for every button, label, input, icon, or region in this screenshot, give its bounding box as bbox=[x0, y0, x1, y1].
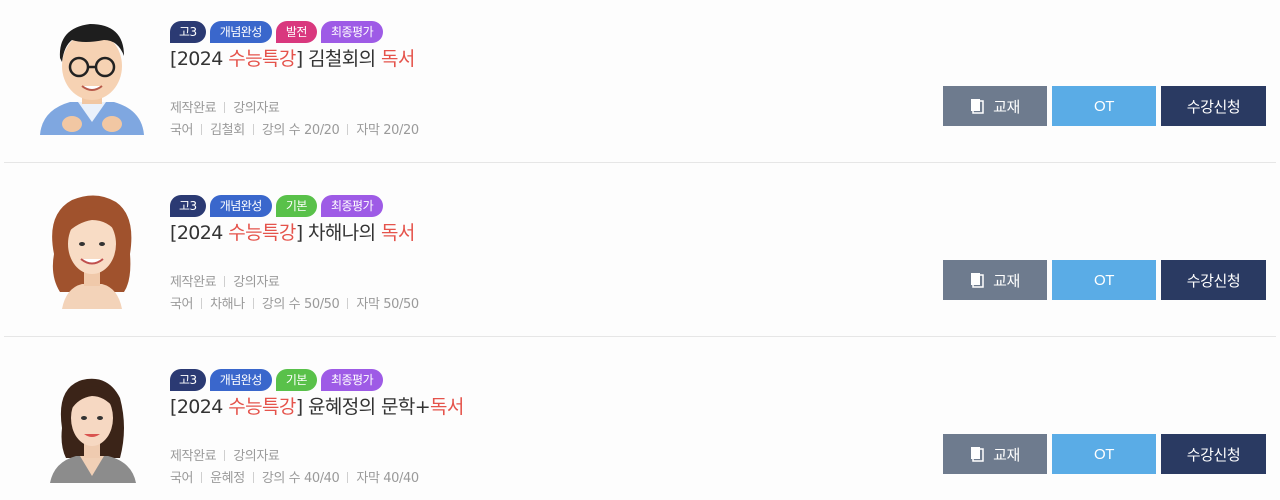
book-icon bbox=[970, 98, 984, 114]
separator bbox=[201, 298, 203, 309]
tag-final-eval: 최종평가 bbox=[320, 195, 384, 217]
separator bbox=[347, 472, 349, 483]
tag-level: 기본 bbox=[275, 195, 317, 217]
tag-grade: 고3 bbox=[170, 21, 206, 43]
course-info-line: 국어 김철회 강의 수 20/20 자막 20/20 bbox=[170, 119, 419, 138]
ot-button[interactable]: OT bbox=[1052, 260, 1156, 300]
course-item: 고3 개념완성 기본 최종평가 [2024 수능특강] 차해나의 독서 제작완료… bbox=[0, 164, 1280, 338]
tag-list: 고3 개념완성 기본 최종평가 bbox=[170, 369, 384, 391]
tag-grade: 고3 bbox=[170, 195, 206, 217]
tag-final-eval: 최종평가 bbox=[320, 369, 384, 391]
title-subject: 독서 bbox=[430, 396, 464, 418]
separator bbox=[201, 472, 203, 483]
book-button-label: 교재 bbox=[993, 446, 1020, 464]
title-series: 수능특강 bbox=[228, 48, 296, 70]
tag-level: 발전 bbox=[275, 21, 317, 43]
ot-button-label: OT bbox=[1093, 445, 1115, 463]
separator bbox=[224, 450, 226, 461]
title-middle: ] 윤혜정의 문학+ bbox=[295, 396, 431, 418]
separator bbox=[347, 298, 349, 309]
ot-button-label: OT bbox=[1093, 97, 1115, 115]
enroll-button-label: 수강신청 bbox=[1186, 98, 1241, 116]
course-info-line: 국어 윤혜정 강의 수 40/40 자막 40/40 bbox=[170, 467, 419, 486]
course-status-line: 제작완료 강의자료 bbox=[170, 445, 280, 464]
title-subject: 독서 bbox=[380, 222, 415, 244]
title-prefix: [2024 bbox=[170, 396, 229, 418]
subtitle-count: 자막 40/40 bbox=[356, 471, 419, 486]
tag-concept: 개념완성 bbox=[209, 369, 272, 391]
enroll-button-label: 수강신청 bbox=[1186, 272, 1241, 290]
separator bbox=[224, 276, 226, 287]
course-item: 고3 개념완성 기본 최종평가 [2024 수능특강] 윤혜정의 문학+독서 제… bbox=[0, 338, 1280, 500]
separator bbox=[252, 472, 254, 483]
course-title[interactable]: [2024 수능특강] 차해나의 독서 bbox=[170, 221, 415, 245]
teacher-name: 윤혜정 bbox=[210, 471, 245, 486]
book-icon bbox=[970, 446, 984, 462]
ot-button[interactable]: OT bbox=[1052, 434, 1156, 474]
course-status-line: 제작완료 강의자료 bbox=[170, 97, 280, 116]
teacher-photo bbox=[32, 10, 152, 135]
course-title[interactable]: [2024 수능특강] 윤혜정의 문학+독서 bbox=[170, 395, 464, 419]
title-series: 수능특강 bbox=[228, 396, 296, 418]
enroll-button-label: 수강신청 bbox=[1186, 446, 1241, 464]
production-status: 제작완료 bbox=[170, 101, 217, 116]
materials-label: 강의자료 bbox=[233, 275, 280, 290]
course-item: 고3 개념완성 발전 최종평가 [2024 수능특강] 김철회의 독서 제작완료… bbox=[0, 0, 1280, 164]
teacher-photo bbox=[32, 358, 152, 483]
lecture-count: 강의 수 40/40 bbox=[261, 471, 340, 486]
tag-final-eval: 최종평가 bbox=[320, 21, 384, 43]
title-series: 수능특강 bbox=[228, 222, 296, 244]
book-button[interactable]: 교재 bbox=[943, 434, 1047, 474]
materials-label: 강의자료 bbox=[233, 101, 280, 116]
tag-grade: 고3 bbox=[170, 369, 206, 391]
tag-list: 고3 개념완성 기본 최종평가 bbox=[170, 195, 384, 217]
tag-list: 고3 개념완성 발전 최종평가 bbox=[170, 21, 384, 43]
subtitle-count: 자막 20/20 bbox=[356, 123, 419, 138]
teacher-name: 김철회 bbox=[210, 123, 245, 138]
tag-level: 기본 bbox=[275, 369, 317, 391]
tag-concept: 개념완성 bbox=[209, 195, 272, 217]
separator bbox=[252, 124, 254, 135]
enroll-button[interactable]: 수강신청 bbox=[1161, 260, 1266, 300]
course-list: 고3 개념완성 발전 최종평가 [2024 수능특강] 김철회의 독서 제작완료… bbox=[0, 0, 1280, 500]
ot-button-label: OT bbox=[1093, 271, 1115, 289]
enroll-button[interactable]: 수강신청 bbox=[1161, 86, 1266, 126]
tag-concept: 개념완성 bbox=[209, 21, 272, 43]
materials-label: 강의자료 bbox=[233, 449, 280, 464]
lecture-count: 강의 수 20/20 bbox=[261, 123, 340, 138]
course-info-line: 국어 차해나 강의 수 50/50 자막 50/50 bbox=[170, 293, 419, 312]
title-middle: ] 차해나의 bbox=[295, 222, 381, 244]
production-status: 제작완료 bbox=[170, 449, 217, 464]
separator bbox=[347, 124, 349, 135]
divider bbox=[4, 336, 1276, 337]
book-button[interactable]: 교재 bbox=[943, 86, 1047, 126]
subject-area: 국어 bbox=[170, 471, 194, 486]
title-middle: ] 김철회의 bbox=[295, 48, 381, 70]
teacher-photo bbox=[32, 184, 152, 309]
separator bbox=[252, 298, 254, 309]
separator bbox=[201, 124, 203, 135]
title-subject: 독서 bbox=[380, 48, 415, 70]
lecture-count: 강의 수 50/50 bbox=[261, 297, 340, 312]
book-button-label: 교재 bbox=[993, 272, 1020, 290]
teacher-name: 차해나 bbox=[210, 297, 245, 312]
subject-area: 국어 bbox=[170, 297, 194, 312]
book-icon bbox=[970, 272, 984, 288]
title-prefix: [2024 bbox=[170, 48, 229, 70]
subtitle-count: 자막 50/50 bbox=[356, 297, 419, 312]
book-button[interactable]: 교재 bbox=[943, 260, 1047, 300]
enroll-button[interactable]: 수강신청 bbox=[1161, 434, 1266, 474]
ot-button[interactable]: OT bbox=[1052, 86, 1156, 126]
book-button-label: 교재 bbox=[993, 98, 1020, 116]
subject-area: 국어 bbox=[170, 123, 194, 138]
production-status: 제작완료 bbox=[170, 275, 217, 290]
title-prefix: [2024 bbox=[170, 222, 229, 244]
course-status-line: 제작완료 강의자료 bbox=[170, 271, 280, 290]
course-title[interactable]: [2024 수능특강] 김철회의 독서 bbox=[170, 47, 415, 71]
divider bbox=[4, 162, 1276, 163]
separator bbox=[224, 102, 226, 113]
